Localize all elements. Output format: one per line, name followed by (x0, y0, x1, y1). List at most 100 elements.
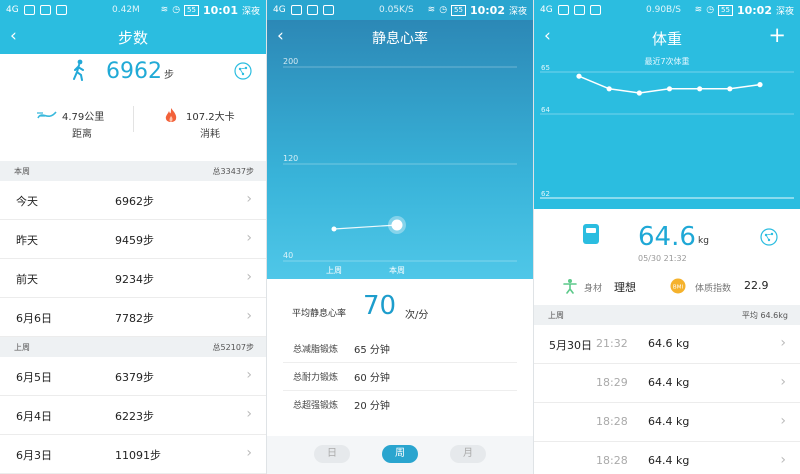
data-point (727, 86, 733, 92)
page-title: 体重 (651, 30, 682, 48)
steps-count: 6379步 (115, 371, 154, 384)
share-icon[interactable] (234, 62, 252, 80)
divider (133, 106, 134, 132)
weight-date: 05/30 21:32 (638, 254, 687, 263)
activity-metrics: 4.79公里 距离 107.2大卡 消耗 (0, 100, 266, 150)
mode-label: 深夜 (241, 6, 260, 17)
tab-day[interactable]: 日 (314, 445, 350, 463)
svg-text:BMI: BMI (673, 285, 684, 291)
wifi-icon: ≋ (160, 5, 169, 15)
add-icon[interactable]: + (768, 23, 786, 47)
steps-count: 6223步 (115, 410, 154, 423)
alarm-icon: ◷ (439, 5, 448, 15)
chevron-right-icon: › (246, 406, 252, 422)
day-label: 6月5日 (16, 371, 52, 384)
y-tick-label: 64 (541, 106, 550, 114)
workout-value: 65 分钟 (354, 345, 390, 356)
y-tick-label: 200 (283, 57, 298, 66)
list-item[interactable]: 6月5日 6379步 › (0, 357, 266, 396)
list-item[interactable]: 前天 9234步 › (0, 259, 266, 298)
walking-icon (73, 59, 84, 81)
section-label: 上周 (14, 343, 30, 352)
weight-record-row[interactable]: 18:28 64.4 kg › (534, 403, 800, 442)
wifi-icon: ≋ (427, 5, 436, 15)
calories-label: 消耗 (200, 129, 220, 140)
chevron-right-icon: › (780, 452, 786, 468)
heart-rate-chart: 200 120 40 上周 本周 (267, 20, 533, 279)
workout-row: 总超强锻炼 20 分钟 (283, 390, 517, 418)
chevron-right-icon: › (246, 269, 252, 285)
steps-count: 9234步 (115, 273, 154, 286)
list-item[interactable]: 6月3日 11091步 › (0, 435, 266, 474)
list-item[interactable]: 6月6日 7782步 › (0, 298, 266, 337)
network-speed: 0.42M (112, 5, 140, 15)
body-type-label: 身材 (584, 284, 603, 294)
weight-unit: kg (698, 236, 709, 246)
distance-value: 4.79公里 (62, 112, 105, 123)
section-label: 本周 (14, 167, 30, 176)
message-icon (306, 5, 318, 15)
y-tick-label: 40 (283, 251, 293, 260)
shield-icon (322, 5, 334, 15)
day-label: 前天 (16, 273, 38, 286)
x-tick-label: 本周 (389, 265, 405, 275)
battery-indicator: 55 (718, 4, 733, 16)
day-label: 6月4日 (16, 410, 52, 423)
list-item[interactable]: 6月4日 6223步 › (0, 396, 266, 435)
data-point (636, 90, 642, 96)
record-weight: 64.4 kg (648, 415, 690, 428)
workout-label: 总耐力锻炼 (293, 373, 339, 383)
record-time: 18:29 (596, 376, 628, 389)
heart-rate-screen: 200 120 40 上周 本周 4G 0.05K/S ≋ ◷ 55 10:02 深夜 … (267, 0, 533, 474)
share-icon[interactable] (760, 228, 778, 246)
tab-week[interactable]: 周 (382, 445, 418, 463)
signal-indicator: 4G (6, 5, 19, 15)
battery-indicator: 55 (184, 4, 199, 16)
battery-indicator: 55 (451, 4, 466, 16)
shield-icon (589, 5, 601, 15)
image-icon (23, 5, 35, 15)
list-item[interactable]: 今天 6962步 › (0, 181, 266, 220)
weight-record-row[interactable]: 5月30日 21:32 64.6 kg › (534, 325, 800, 364)
section-header-last-week: 上周 总52107步 (0, 337, 266, 357)
clock: 10:02 (469, 3, 505, 17)
page-title: 步数 (117, 29, 148, 47)
shield-icon (55, 5, 67, 15)
record-weight: 64.4 kg (648, 376, 690, 389)
x-tick-label: 上周 (326, 266, 342, 275)
record-weight: 64.4 kg (648, 454, 690, 467)
weight-screen: 65 64 62 4G 0.90B/S ≋ ◷ 55 10:02 深夜 ‹ 体重 +… (534, 0, 800, 474)
day-label: 6月3日 (16, 449, 52, 462)
record-weight: 64.6 kg (648, 337, 690, 350)
record-date: 5月30日 (549, 339, 592, 352)
workout-value: 60 分钟 (354, 373, 390, 384)
workout-label: 总超强锻炼 (293, 401, 339, 411)
chevron-right-icon: › (780, 335, 786, 351)
chevron-right-icon: › (246, 445, 252, 461)
fire-icon (165, 108, 177, 122)
steps-value: 6962 (106, 59, 162, 84)
list-item[interactable]: 昨天 9459步 › (0, 220, 266, 259)
image-icon (557, 5, 569, 15)
weight-record-row[interactable]: 18:28 64.4 kg › (534, 442, 800, 474)
steps-count: 9459步 (115, 234, 154, 247)
workout-row: 总耐力锻炼 60 分钟 (283, 362, 517, 391)
chevron-right-icon: › (780, 374, 786, 390)
data-point (606, 86, 612, 92)
steps-count: 11091步 (115, 449, 161, 462)
chevron-right-icon: › (246, 308, 252, 324)
data-point (697, 86, 703, 92)
chevron-right-icon: › (780, 413, 786, 429)
data-point (391, 219, 403, 231)
record-time: 18:28 (596, 415, 628, 428)
weight-record-row[interactable]: 18:29 64.4 kg › (534, 364, 800, 403)
workout-label: 总减脂锻炼 (293, 345, 339, 355)
record-time: 18:28 (596, 454, 628, 467)
tab-month[interactable]: 月 (450, 445, 486, 463)
chevron-right-icon: › (246, 191, 252, 207)
data-point (757, 82, 763, 88)
title-bar: ‹ 步数 (0, 20, 266, 54)
signal-indicator: 4G (540, 5, 553, 15)
record-time: 21:32 (596, 337, 628, 350)
day-label: 昨天 (16, 234, 38, 247)
